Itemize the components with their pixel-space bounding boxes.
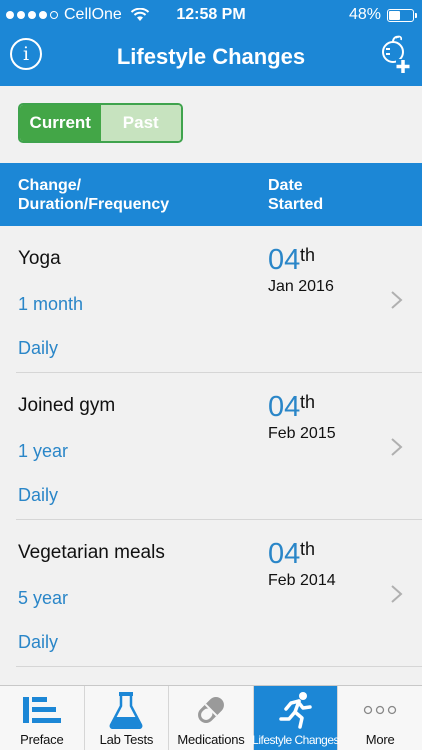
- battery-percent: 48%: [348, 6, 381, 23]
- list-item[interactable]: Vegetarian meals 5 year Daily 04 th Feb …: [16, 520, 422, 667]
- carrier-name: CellOne: [64, 6, 122, 23]
- date-day-suffix: th: [300, 539, 316, 559]
- tab-label: Preface: [20, 732, 64, 747]
- list-item[interactable]: Joined gym 1 year Daily 04 th Feb 2015: [16, 373, 422, 520]
- table-header: Change/ Duration/Frequency Date Started: [0, 163, 422, 226]
- segment-current[interactable]: Current: [20, 105, 101, 141]
- status-right: 48%: [348, 6, 417, 24]
- running-person-icon: [278, 692, 312, 729]
- add-lifestyle-icon[interactable]: [374, 35, 412, 75]
- date-month-year: Feb 2014: [268, 572, 336, 589]
- preface-icon: [22, 697, 61, 723]
- more-dots-icon: [364, 705, 397, 715]
- segment-past[interactable]: Past: [100, 105, 181, 141]
- chevron-right-icon: [391, 585, 403, 603]
- tab-label: Lifestyle Changes: [252, 733, 340, 747]
- change-duration: 1 year: [18, 441, 69, 461]
- date-month-year: Feb 2015: [268, 425, 336, 442]
- flask-icon: [109, 692, 143, 729]
- info-button[interactable]: i: [10, 38, 42, 70]
- date-day-suffix: th: [300, 245, 316, 265]
- date-day-suffix: th: [300, 392, 316, 412]
- current-past-segmented-control: Current Past: [18, 103, 183, 143]
- pill-icon: [198, 697, 224, 723]
- page-title: Lifestyle Changes: [116, 44, 306, 69]
- status-left: CellOne: [6, 6, 150, 24]
- lifestyle-changes-list: Yoga 1 month Daily 04 th Jan 2016 Joined…: [0, 226, 422, 667]
- wifi-icon: [130, 8, 149, 21]
- tab-more[interactable]: More: [338, 686, 422, 750]
- tab-preface[interactable]: Preface: [0, 686, 85, 750]
- battery-icon: [387, 8, 417, 22]
- tab-lab-tests[interactable]: Lab Tests: [85, 686, 170, 750]
- list-item[interactable]: Yoga 1 month Daily 04 th Jan 2016: [16, 226, 422, 373]
- info-icon: i: [22, 43, 30, 65]
- change-duration: 1 month: [18, 294, 84, 314]
- column-header-date-started: Date Started: [268, 177, 324, 213]
- change-frequency: Daily: [18, 338, 59, 358]
- chevron-right-icon: [391, 291, 403, 309]
- date-day: 04: [268, 244, 301, 276]
- change-name: Vegetarian meals: [18, 542, 165, 563]
- date-day: 04: [268, 538, 301, 570]
- status-bar: CellOne 12:58 PM 48%: [0, 0, 422, 30]
- change-duration: 5 year: [18, 588, 69, 608]
- signal-strength-icon: [6, 11, 58, 19]
- date-day: 04: [268, 391, 301, 423]
- date-month-year: Jan 2016: [268, 278, 334, 295]
- tab-medications[interactable]: Medications: [169, 686, 254, 750]
- column-header-change: Change/ Duration/Frequency: [18, 177, 170, 213]
- tab-label: Lab Tests: [99, 732, 154, 747]
- change-name: Yoga: [18, 248, 61, 269]
- tab-lifestyle-changes[interactable]: Lifestyle Changes: [252, 686, 340, 750]
- tab-bar: Preface Lab Tests Medications Lifestyle …: [0, 685, 422, 750]
- tab-label: Medications: [177, 732, 245, 747]
- chevron-right-icon: [391, 438, 403, 456]
- tab-label: More: [365, 732, 395, 747]
- change-frequency: Daily: [18, 632, 59, 652]
- navigation-bar: i Lifestyle Changes: [0, 30, 422, 86]
- change-frequency: Daily: [18, 485, 59, 505]
- change-name: Joined gym: [18, 395, 116, 416]
